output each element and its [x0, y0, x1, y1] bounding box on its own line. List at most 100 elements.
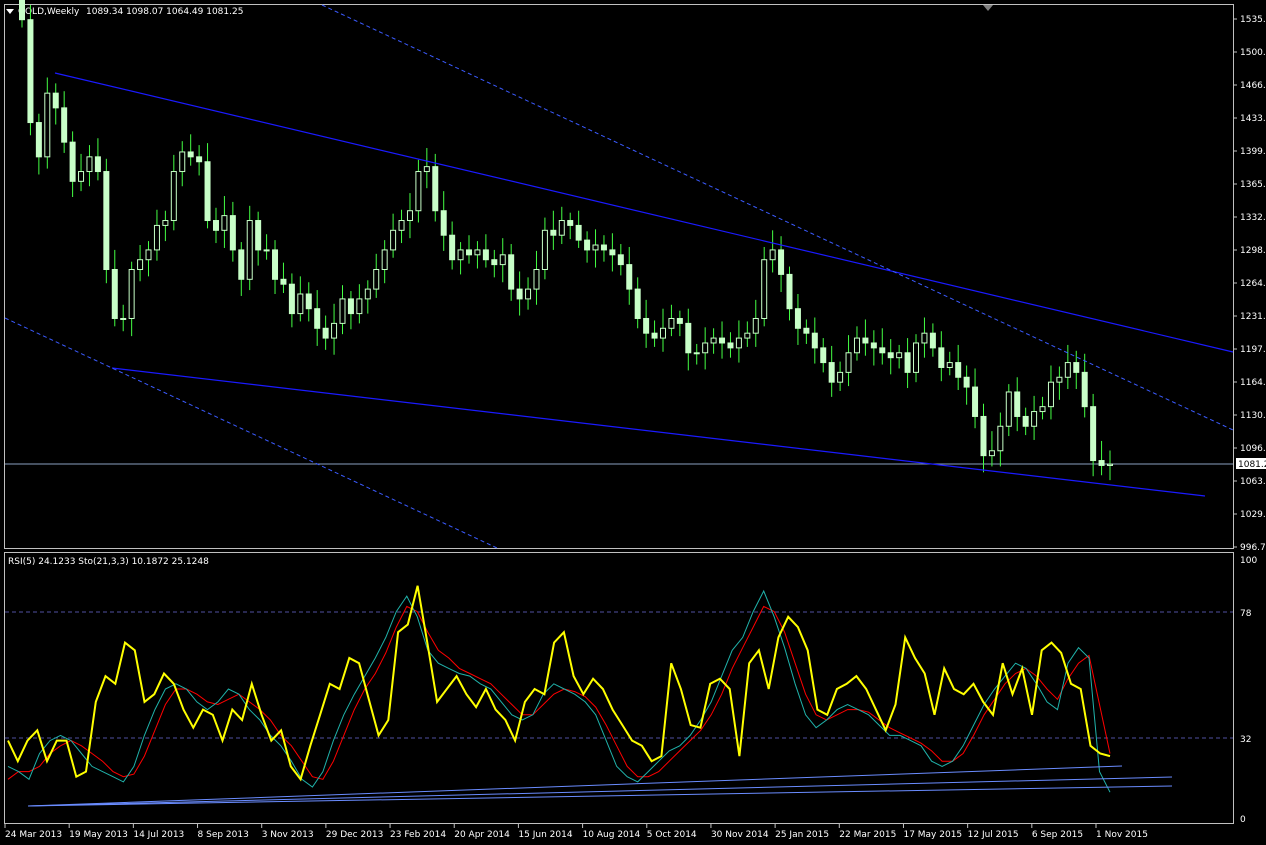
candle-body	[373, 269, 380, 290]
stoch-signal-line	[7, 605, 1111, 780]
candle-body	[853, 337, 860, 354]
time-tick-label: 5 Oct 2014	[647, 830, 697, 840]
price-tick-label: 1298.7	[1240, 246, 1266, 256]
candle-body	[86, 156, 93, 173]
candle-body	[1064, 362, 1071, 378]
candle-body	[685, 322, 692, 354]
indicator-header: RSI(5) 24.1233 Sto(21,3,3) 10.1872 25.12…	[8, 557, 209, 567]
candle-body	[651, 332, 658, 339]
candle-body	[390, 229, 397, 251]
time-tick-label: 6 Sep 2015	[1032, 830, 1083, 840]
candle-body	[921, 332, 928, 344]
candle-body	[491, 259, 498, 266]
candle-body	[398, 220, 405, 231]
level-0-label: 0	[1240, 815, 1246, 825]
candle-body	[381, 249, 388, 271]
price-tick-label: 1466.7	[1240, 81, 1266, 91]
chart-shift-marker-icon[interactable]	[983, 5, 993, 11]
price-tick-label: 1197.7	[1240, 345, 1266, 355]
candle-body	[432, 166, 439, 212]
candle-body	[938, 347, 945, 368]
candle-body	[27, 19, 34, 124]
candle-body	[280, 278, 287, 285]
indicator-trendline-2[interactable]	[27, 776, 1173, 807]
candle-body	[761, 259, 768, 319]
gold-weekly-chart: GOLD,Weekly 1089.34 1098.07 1064.49 1081…	[4, 0, 1266, 840]
candle-body	[103, 171, 110, 271]
candle-body	[297, 293, 304, 315]
indicator-trendlines[interactable]	[27, 765, 1173, 807]
price-tick-label: 1264.7	[1240, 279, 1266, 289]
candle-body	[929, 332, 936, 349]
upper-channel-trendline[interactable]	[54, 72, 1234, 353]
candle-body	[659, 327, 666, 339]
candle-body	[828, 362, 835, 383]
candle-body	[710, 337, 717, 344]
time-tick-label: 8 Sep 2013	[198, 830, 249, 840]
time-tick-label: 1 Nov 2015	[1096, 830, 1148, 840]
level-78-label: 78	[1240, 609, 1252, 619]
candle-body	[482, 249, 489, 261]
time-tick-label: 30 Nov 2014	[711, 830, 769, 840]
candle-body	[702, 342, 709, 354]
candlestick-series	[19, 0, 1113, 481]
candle-body	[693, 352, 700, 355]
candle-body	[727, 342, 734, 349]
lower-channel-trendline[interactable]	[111, 367, 1206, 497]
candle-body	[913, 342, 920, 373]
candle-body	[229, 215, 236, 251]
upper-dashed-trendline[interactable]	[321, 4, 1234, 431]
candle-body	[255, 220, 262, 251]
dropdown-triangle-icon[interactable]	[6, 9, 14, 14]
candle-body	[52, 92, 59, 109]
candle-body	[752, 317, 759, 334]
candle-body	[196, 156, 203, 163]
candle-body	[609, 249, 616, 256]
time-tick-label: 22 Mar 2015	[839, 830, 896, 840]
candle-body	[457, 249, 464, 261]
price-tick-label: 1332.7	[1240, 213, 1266, 223]
candle-body	[963, 376, 970, 388]
price-tick-label: 1029.7	[1240, 510, 1266, 520]
candle-body	[870, 342, 877, 349]
rsi-line	[7, 585, 1111, 782]
candle-body	[331, 322, 338, 339]
candle-body	[128, 269, 135, 319]
time-tick-label: 23 Feb 2014	[390, 830, 446, 840]
candle-body	[617, 254, 624, 266]
time-tick-label: 12 Jul 2015	[968, 830, 1019, 840]
candle-body	[1107, 463, 1113, 466]
candle-body	[44, 92, 51, 158]
candle-body	[415, 171, 422, 212]
price-tick-label: 1399.7	[1240, 147, 1266, 157]
candle-body	[314, 308, 321, 329]
indicator-trendline-1[interactable]	[27, 765, 1123, 807]
time-tick-label: 14 Jul 2013	[133, 830, 184, 840]
candle-body	[356, 298, 363, 315]
candle-body	[575, 224, 582, 241]
price-tick-label: 1433.7	[1240, 114, 1266, 124]
price-tick-label: 1130.7	[1240, 411, 1266, 421]
time-tick-label: 17 May 2015	[903, 830, 962, 840]
candle-body	[120, 317, 127, 320]
price-tick-label: 1164.7	[1240, 378, 1266, 388]
price-trendlines[interactable]	[4, 4, 1234, 549]
price-panel-header[interactable]: GOLD,Weekly 1089.34 1098.07 1064.49 1081…	[6, 7, 243, 17]
indicator-trendline-3[interactable]	[27, 785, 1173, 807]
lower-dashed-trendline[interactable]	[4, 317, 498, 549]
candle-body	[803, 327, 810, 334]
candle-body	[719, 337, 726, 344]
candle-body	[600, 244, 607, 251]
candle-body	[980, 415, 987, 457]
candle-body	[305, 293, 312, 310]
candle-body	[1073, 362, 1080, 373]
candle-body	[1031, 411, 1038, 427]
candle-body	[170, 171, 177, 222]
time-tick-label: 10 Aug 2014	[583, 830, 641, 840]
candle-body	[288, 283, 295, 315]
candle-body	[61, 107, 68, 143]
time-tick-label: 3 Nov 2013	[262, 830, 314, 840]
price-tick-label: 1365.7	[1240, 180, 1266, 190]
candle-body	[904, 352, 911, 373]
indicator-axis: 100 78 32 0	[1240, 556, 1257, 825]
